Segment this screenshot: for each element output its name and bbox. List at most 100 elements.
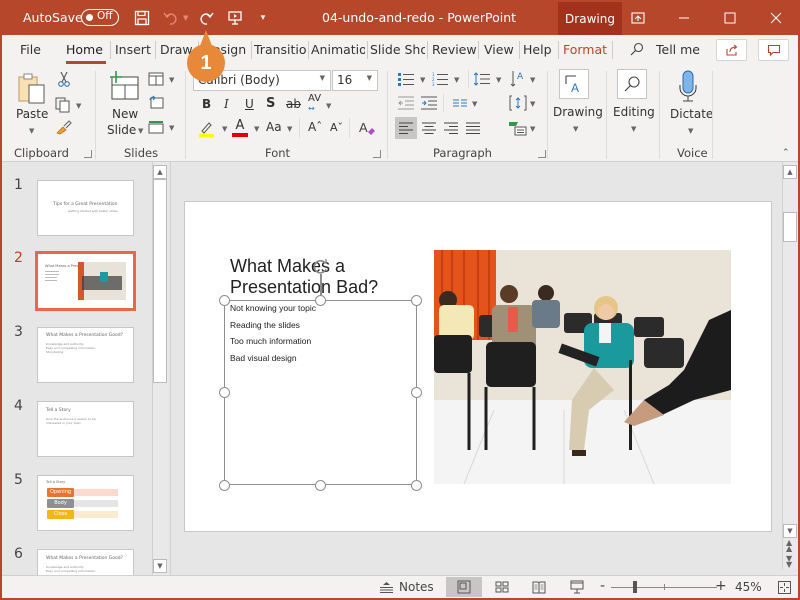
convert-to-smartart-icon[interactable] (508, 120, 528, 136)
microphone-icon[interactable] (676, 70, 700, 104)
scrollbar-thumb[interactable] (153, 179, 167, 383)
bullets-dropdown-icon[interactable]: ▼ (420, 76, 425, 84)
section-icon[interactable] (148, 120, 164, 134)
undo-icon[interactable] (161, 8, 181, 28)
align-text-icon[interactable] (509, 95, 527, 111)
tab-format[interactable]: Format (563, 42, 607, 57)
paste-button[interactable]: Paste (16, 107, 48, 121)
drawing-icon[interactable]: A (559, 69, 589, 99)
close-icon[interactable] (754, 0, 798, 35)
undo-dropdown-icon[interactable]: ▼ (183, 14, 188, 22)
slide-thumbnail-2[interactable]: What Makes a Presentation Bad? (35, 251, 136, 311)
slide-scrollbar[interactable]: ▲ ▼ ▲ ▲ ▼ ▼ (782, 162, 798, 569)
change-case-button[interactable]: Aa (266, 120, 282, 134)
scroll-up-arrow-icon[interactable]: ▲ (153, 165, 167, 179)
pane-divider[interactable] (170, 162, 171, 575)
previous-slide-icon[interactable]: ▲ ▲ (786, 539, 792, 553)
numbering-icon[interactable]: 123 (432, 72, 448, 86)
rotate-handle-icon[interactable] (312, 258, 329, 275)
zoom-out-button[interactable]: - (600, 578, 605, 594)
dictate-dropdown-icon[interactable]: ▼ (688, 127, 693, 135)
new-slide-button[interactable]: Slide (107, 123, 136, 137)
resize-handle-bottom-left[interactable] (219, 480, 230, 491)
reading-view-button[interactable] (521, 577, 557, 597)
section-dropdown-icon[interactable]: ▼ (169, 124, 174, 132)
cut-icon[interactable] (56, 71, 72, 87)
maximize-icon[interactable] (708, 0, 752, 35)
selected-text-box[interactable] (224, 300, 417, 485)
slide-thumbnail-6[interactable]: What Makes a Presentation Good? Knowledg… (37, 549, 134, 575)
drawing-button[interactable]: Drawing (553, 105, 603, 119)
resize-handle-top[interactable] (315, 295, 326, 306)
shrink-font-button[interactable]: Aˇ (330, 121, 343, 134)
smartart-dropdown-icon[interactable]: ▼ (530, 125, 535, 133)
resize-handle-bottom-right[interactable] (411, 480, 422, 491)
highlight-dropdown-icon[interactable]: ▼ (222, 125, 227, 133)
fit-slide-to-window-button[interactable] (772, 577, 796, 597)
thumbnail-scrollbar[interactable]: ▲ ▼ (152, 162, 168, 575)
tab-file[interactable]: File (20, 42, 41, 57)
copy-icon[interactable] (55, 97, 71, 113)
customize-qat-icon[interactable]: ▾ (253, 8, 273, 28)
share-button[interactable] (716, 39, 747, 61)
present-from-start-icon[interactable] (225, 8, 245, 28)
italic-button[interactable]: I (224, 97, 229, 111)
tab-help[interactable]: Help (523, 42, 552, 57)
grow-font-button[interactable]: Aˆ (308, 120, 322, 134)
tab-transitions[interactable]: Transitio (254, 42, 306, 57)
zoom-in-button[interactable]: + (715, 578, 727, 594)
slide-title[interactable]: What Makes a Presentation Bad? (230, 256, 378, 298)
slide-thumbnail-1[interactable]: Tips for a Great Presentation Getting st… (37, 180, 134, 236)
increase-indent-icon[interactable] (421, 96, 437, 110)
comments-button[interactable] (758, 39, 789, 61)
scroll-down-arrow-icon[interactable]: ▼ (153, 559, 167, 573)
paste-icon[interactable] (16, 71, 48, 107)
align-right-icon[interactable] (442, 117, 460, 139)
copy-dropdown-icon[interactable]: ▼ (76, 102, 81, 110)
font-color-button[interactable]: A (231, 118, 249, 138)
bold-button[interactable]: B (202, 97, 211, 111)
font-name-dropdown-icon[interactable]: ▼ (320, 74, 325, 82)
editing-dropdown-icon[interactable]: ▼ (631, 125, 636, 133)
paragraph-dialog-launcher-icon[interactable] (538, 150, 546, 158)
layout-icon[interactable] (148, 72, 164, 86)
tab-slide-show[interactable]: Slide Sho (370, 42, 425, 57)
align-left-button[interactable] (395, 117, 417, 139)
slide-thumbnail-5[interactable]: Tell a Story Opening Body Close (37, 475, 134, 531)
slide-sorter-button[interactable] (484, 577, 520, 597)
new-slide-dropdown-icon[interactable]: ▼ (138, 127, 143, 135)
dictate-button[interactable]: Dictate (670, 107, 713, 121)
text-shadow-button[interactable]: S (266, 96, 275, 111)
reset-slide-icon[interactable] (148, 95, 164, 109)
normal-view-button[interactable] (446, 577, 482, 597)
tab-insert[interactable]: Insert (115, 42, 151, 57)
line-spacing-icon[interactable] (474, 72, 490, 86)
editing-button[interactable]: Editing (613, 105, 655, 119)
autosave-toggle[interactable]: Off (81, 9, 119, 26)
ribbon-display-options-icon[interactable] (616, 0, 660, 35)
align-center-icon[interactable] (420, 117, 438, 139)
new-slide-label-line1[interactable]: New (112, 107, 138, 121)
tab-home[interactable]: Home (66, 42, 103, 57)
columns-icon[interactable] (452, 96, 468, 110)
new-slide-icon[interactable] (108, 71, 140, 103)
clear-formatting-icon[interactable]: A (357, 118, 377, 138)
format-painter-icon[interactable] (55, 119, 73, 135)
minimize-icon[interactable] (662, 0, 706, 35)
notes-button[interactable]: Notes (380, 580, 434, 594)
font-size-dropdown-icon[interactable]: ▼ (367, 74, 372, 82)
scroll-down-arrow-icon[interactable]: ▼ (783, 524, 797, 538)
drawing-dropdown-icon[interactable]: ▼ (573, 125, 578, 133)
resize-handle-top-right[interactable] (411, 295, 422, 306)
tab-view[interactable]: View (484, 42, 514, 57)
resize-handle-right[interactable] (411, 387, 422, 398)
slide-show-button[interactable] (559, 577, 595, 597)
character-spacing-button[interactable]: AV (308, 93, 321, 104)
slide-canvas[interactable]: What Makes a Presentation Bad? Not knowi… (184, 201, 772, 532)
text-direction-icon[interactable]: A (510, 70, 526, 88)
change-case-dropdown-icon[interactable]: ▼ (287, 125, 292, 133)
save-icon[interactable] (132, 8, 152, 28)
spacing-dropdown-icon[interactable]: ▼ (326, 102, 331, 110)
decrease-indent-icon[interactable] (398, 96, 414, 110)
bullets-icon[interactable] (398, 72, 414, 86)
